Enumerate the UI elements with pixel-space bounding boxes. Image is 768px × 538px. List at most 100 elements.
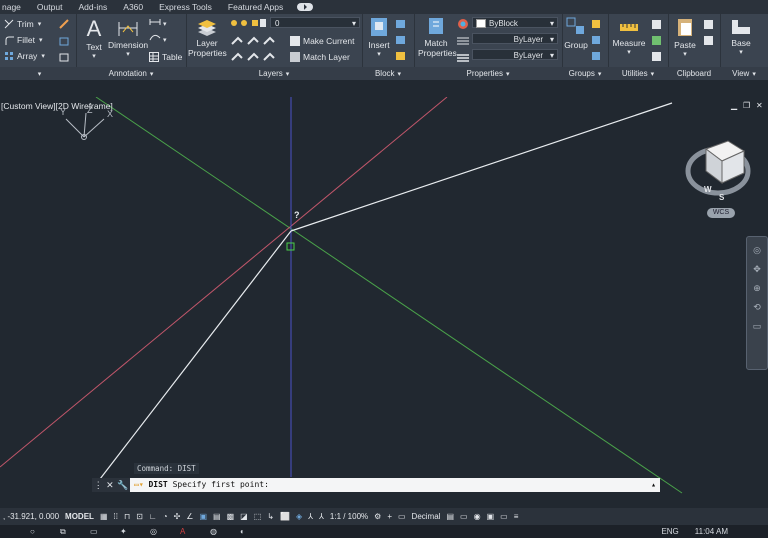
menu-featured-apps[interactable]: Featured Apps (220, 2, 291, 12)
units-dropdown[interactable]: Decimal (409, 512, 444, 521)
infer-constraints-icon[interactable]: ⊓ (121, 512, 133, 521)
nav-wheel-icon[interactable]: ◎ (747, 245, 767, 256)
clean-screen-icon[interactable]: ▭ (497, 512, 511, 521)
linetype-dropdown[interactable]: ByLayer (472, 33, 558, 45)
view-cube-icon[interactable] (685, 140, 751, 196)
command-line[interactable]: ▭▾ DIST Specify first point: ▴ (130, 478, 660, 492)
pan-icon[interactable]: ✥ (747, 264, 767, 275)
hardware-acceleration-icon[interactable]: ▣ (484, 512, 498, 521)
table-button[interactable]: Table (149, 52, 182, 62)
browser-icon[interactable]: ◍ (210, 527, 224, 537)
restore-viewport-icon[interactable]: ❐ (743, 101, 750, 110)
layer-dropdown[interactable]: 0 (270, 17, 360, 29)
view-panel-title[interactable]: View ▾ (720, 67, 768, 80)
autocad-icon[interactable]: A (180, 527, 194, 537)
trim-button[interactable]: Trim ▾ (4, 19, 41, 29)
language-indicator[interactable]: ENG (661, 527, 678, 536)
gizmo-icon[interactable]: ◈ (293, 512, 305, 521)
coordinates-readout[interactable]: , -31.921, 0.000 (0, 512, 62, 521)
navigation-bar[interactable]: ◎ ✥ ⊕ ⟲ ▭ (746, 236, 768, 370)
modify-panel-title[interactable]: ▾ (0, 67, 76, 80)
annotation-panel-title[interactable]: Annotation ▾ (76, 67, 186, 80)
command-grip-icon[interactable]: ⋮ (94, 480, 103, 491)
layer-state-icons[interactable] (230, 18, 266, 28)
menu-output[interactable]: Output (29, 2, 71, 12)
viewport-label[interactable]: [Custom View][2D Wireframe] (1, 101, 113, 111)
group-button[interactable]: Group (564, 16, 588, 50)
search-icon[interactable]: ○ (30, 527, 44, 537)
base-button[interactable]: Base ▾ (726, 18, 756, 56)
model-space-button[interactable]: MODEL (62, 512, 97, 521)
annotation-tools-icons[interactable]: ▾ ▾ (148, 18, 178, 48)
close-viewport-icon[interactable]: ✕ (756, 101, 763, 110)
annotation-visibility-icon[interactable]: ⅄ (305, 512, 316, 521)
app-icon-3[interactable]: ◐ (240, 527, 254, 537)
polar-tracking-icon[interactable]: ◔ (160, 512, 171, 521)
layers-panel-title[interactable]: Layers ▾ (186, 67, 362, 80)
match-layer-button[interactable]: Match Layer (290, 52, 350, 62)
menu-express-tools[interactable]: Express Tools (151, 2, 220, 12)
minimize-viewport-icon[interactable]: ▁ (731, 101, 737, 110)
utilities-panel-title[interactable]: Utilities ▾ (608, 67, 668, 80)
drawing-viewport[interactable]: Y Z X ? W S (0, 97, 768, 499)
object-snap-tracking-icon[interactable]: ∠ (183, 512, 196, 521)
group-tools-icons[interactable] (590, 18, 604, 62)
annotation-monitor-icon[interactable]: + (384, 512, 395, 521)
isodraft-icon[interactable]: ✣ (171, 512, 184, 521)
transparency-icon[interactable]: ▩ (224, 512, 238, 521)
snap-mode-icon[interactable]: ⁞⁞ (111, 512, 121, 521)
menu-manage[interactable]: nage (0, 2, 29, 12)
wcs-dropdown[interactable]: WCS (707, 208, 735, 218)
annotation-scale-button[interactable]: 1:1 / 100% (327, 512, 371, 521)
customize-command-icon[interactable]: 🔧 (117, 480, 128, 491)
groups-panel-title[interactable]: Groups ▾ (562, 67, 608, 80)
modify-tools-icons[interactable] (58, 18, 70, 66)
dynamic-ucs-icon[interactable]: ↳ (264, 512, 277, 521)
utility-tools-icons[interactable] (650, 18, 664, 62)
showmotion-icon[interactable]: ▭ (747, 321, 767, 332)
3d-osnap-icon[interactable]: ⬚ (251, 512, 265, 521)
insert-button[interactable]: Insert ▾ (365, 16, 393, 58)
lock-ui-icon[interactable]: ▭ (457, 512, 471, 521)
menu-a360[interactable]: A360 (115, 2, 151, 12)
orbit-icon[interactable]: ⟲ (747, 302, 767, 313)
lineweight-icon[interactable]: ▤ (210, 512, 224, 521)
app-icon-1[interactable]: ✦ (120, 527, 134, 537)
zoom-icon[interactable]: ⊕ (747, 283, 767, 294)
command-expand-icon[interactable]: ▴ (651, 478, 656, 492)
file-explorer-icon[interactable]: ▭ (90, 527, 104, 537)
grid-icon[interactable]: ▦ (97, 512, 111, 521)
workspace-icon[interactable]: ⚙ (371, 512, 384, 521)
properties-panel-title[interactable]: Properties ▾ (414, 67, 562, 80)
dimension-button[interactable]: Dimension ▾ (108, 18, 148, 58)
clock[interactable]: 11:04 AM (695, 527, 728, 536)
dynamic-input-icon[interactable]: ⊡ (133, 512, 146, 521)
color-dropdown[interactable]: ByBlock (472, 17, 558, 29)
text-button[interactable]: A Text ▾ (80, 16, 108, 60)
lineweight-dropdown[interactable]: ByLayer (472, 49, 558, 61)
block-panel-title[interactable]: Block ▾ (362, 67, 414, 80)
make-current-button[interactable]: Make Current (290, 36, 355, 46)
ortho-icon[interactable]: ∟ (146, 512, 160, 521)
layer-properties-button[interactable]: Layer Properties (188, 20, 227, 58)
task-view-icon[interactable]: ⧉ (60, 527, 74, 537)
paste-button[interactable]: Paste ▾ (672, 16, 698, 58)
clipboard-tools-icons[interactable] (702, 18, 716, 62)
selection-cycling-icon[interactable]: ◪ (237, 512, 251, 521)
clipboard-panel-title[interactable]: Clipboard (668, 67, 720, 80)
close-command-icon[interactable]: ✕ (106, 480, 114, 491)
selection-filter-icon[interactable]: ⬜ (277, 512, 293, 521)
array-button[interactable]: Array ▾ (4, 51, 45, 61)
drawing-canvas[interactable] (0, 97, 768, 499)
object-snap-icon[interactable]: ▣ (196, 512, 210, 521)
measure-button[interactable]: Measure ▾ (612, 18, 646, 56)
customize-icon[interactable]: ≡ (511, 512, 522, 521)
fillet-button[interactable]: Fillet ▾ (4, 35, 42, 45)
quick-properties-icon[interactable]: ▤ (443, 512, 457, 521)
auto-scale-icon[interactable]: ⅄ (316, 512, 327, 521)
layer-tools-icons[interactable] (230, 34, 286, 70)
isolate-objects-icon[interactable]: ◉ (471, 512, 484, 521)
ribbon-toggle-icon[interactable] (297, 3, 314, 11)
menu-add-ins[interactable]: Add-ins (70, 2, 115, 12)
app-icon-2[interactable]: ◎ (150, 527, 164, 537)
